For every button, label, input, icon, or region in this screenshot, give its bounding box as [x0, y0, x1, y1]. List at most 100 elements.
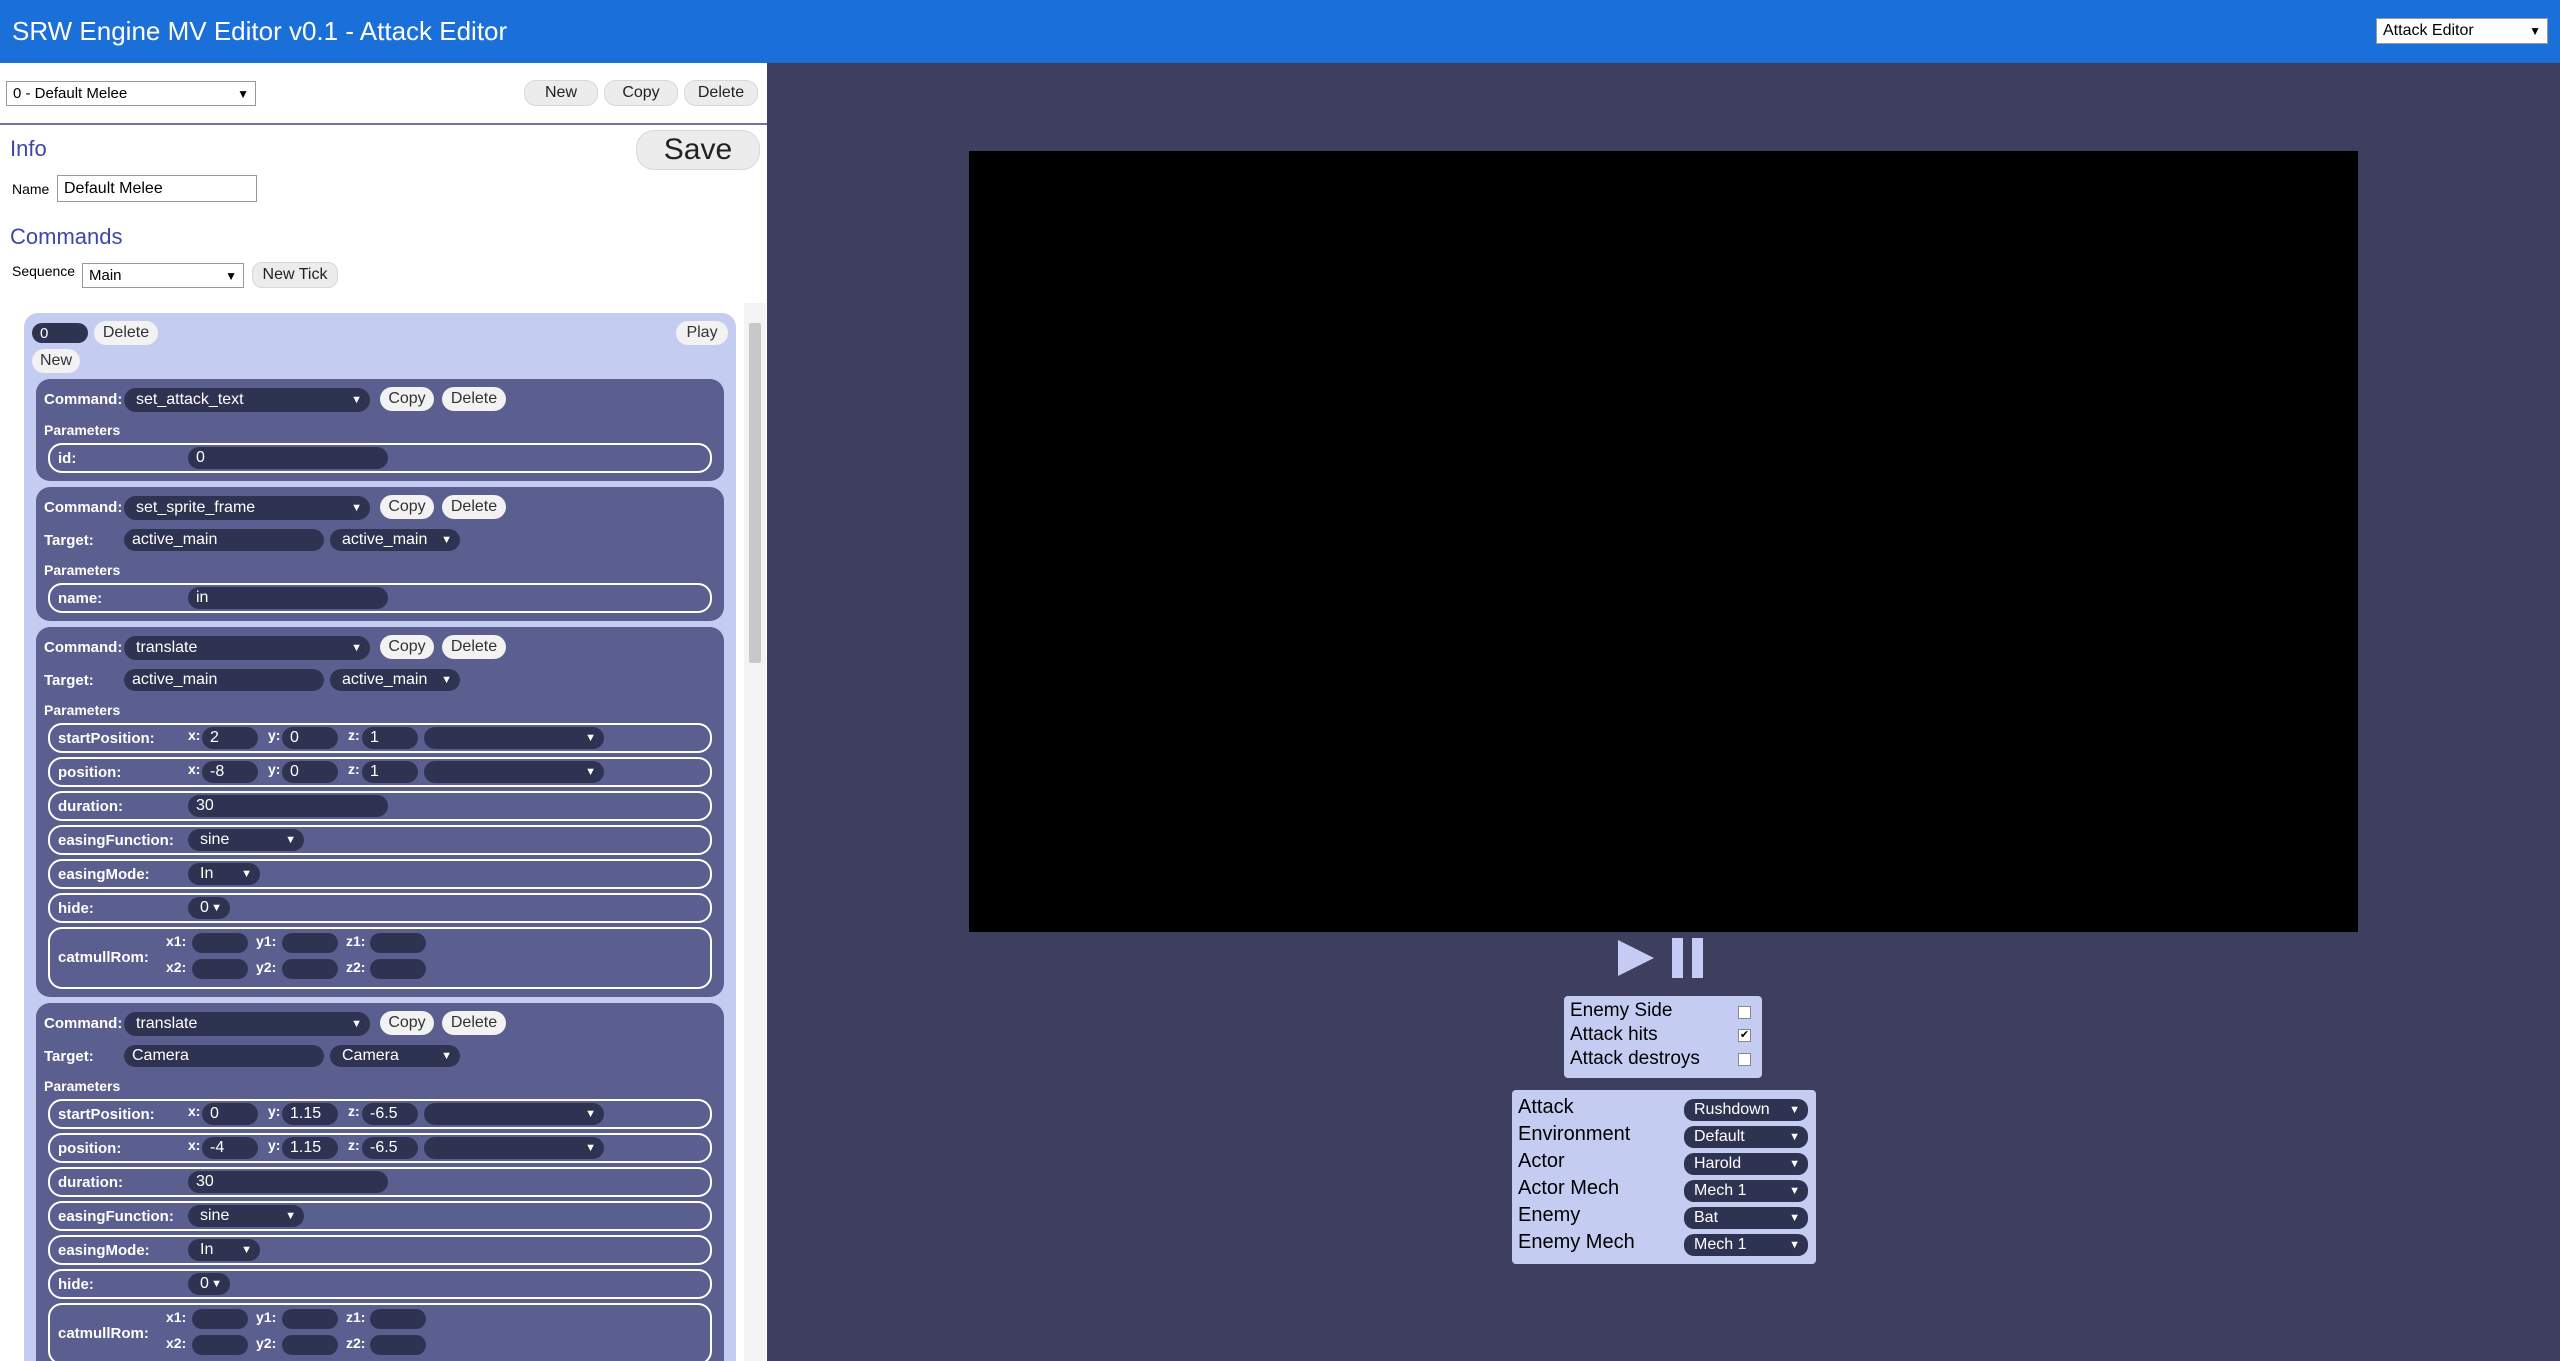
param-id-input[interactable]: 0 — [188, 447, 388, 469]
enemy-select[interactable]: Bat ▼ — [1684, 1207, 1808, 1229]
preview-canvas[interactable] — [969, 151, 2358, 932]
y2-input[interactable] — [282, 1335, 338, 1355]
delete-command-button[interactable]: Delete — [442, 635, 506, 659]
command-value: set_sprite_frame — [136, 499, 256, 516]
target-input[interactable]: active_main — [124, 529, 324, 551]
position-ref-select[interactable]: ▼ — [424, 1137, 604, 1159]
x-input[interactable]: 0 — [202, 1103, 258, 1125]
delete-tick-button[interactable]: Delete — [94, 321, 158, 345]
new-attack-button[interactable]: New — [524, 80, 598, 106]
param-row-catmullrom: catmullRom: x1: y1: z1: x2: y2: z2: — [48, 1303, 712, 1361]
target-select[interactable]: active_main ▼ — [330, 529, 460, 551]
parameters-label: Parameters — [44, 1078, 121, 1094]
z1-input[interactable] — [370, 1309, 426, 1329]
target-input[interactable]: Camera — [124, 1045, 324, 1067]
z2-input[interactable] — [370, 959, 426, 979]
chevron-down-icon: ▼ — [225, 268, 237, 283]
y1-input[interactable] — [282, 933, 338, 953]
play-icon[interactable] — [1618, 940, 1654, 976]
z-input[interactable]: -6.5 — [362, 1137, 418, 1159]
delete-attack-button[interactable]: Delete — [684, 80, 758, 106]
actor-select[interactable]: Harold ▼ — [1684, 1153, 1808, 1175]
enemy-mech-select[interactable]: Mech 1 ▼ — [1684, 1234, 1808, 1256]
x1-input[interactable] — [192, 933, 248, 953]
command-select[interactable]: translate ▼ — [124, 1012, 370, 1036]
x2-label: x2: — [166, 959, 187, 975]
y-input[interactable]: 1.15 — [282, 1137, 338, 1159]
x1-input[interactable] — [192, 1309, 248, 1329]
command-list-scrollbar[interactable] — [744, 303, 766, 1361]
target-input[interactable]: active_main — [124, 669, 324, 691]
chevron-down-icon: ▼ — [585, 1142, 596, 1154]
z-input[interactable]: 1 — [362, 761, 418, 783]
x-input[interactable]: 2 — [202, 727, 258, 749]
param-row-position: position: x: -4 y: 1.15 z: -6.5 ▼ — [48, 1133, 712, 1163]
target-label: Target: — [44, 1048, 94, 1065]
copy-command-button[interactable]: Copy — [380, 387, 434, 411]
chevron-down-icon: ▼ — [1789, 1104, 1800, 1116]
z2-input[interactable] — [370, 1335, 426, 1355]
position-ref-select[interactable]: ▼ — [424, 727, 604, 749]
easing-mode-select[interactable]: In ▼ — [188, 1239, 260, 1261]
tick-number-input[interactable]: 0 — [32, 323, 88, 343]
attack-name-input[interactable]: Default Melee — [57, 175, 257, 202]
x2-input[interactable] — [192, 1335, 248, 1355]
param-name-input[interactable]: in — [188, 587, 388, 609]
y1-input[interactable] — [282, 1309, 338, 1329]
chevron-down-icon: ▼ — [241, 1244, 252, 1256]
environment-select[interactable]: Default ▼ — [1684, 1126, 1808, 1148]
x-input[interactable]: -8 — [202, 761, 258, 783]
duration-input[interactable]: 30 — [188, 795, 388, 817]
hide-select[interactable]: 0 ▼ — [188, 897, 230, 919]
command-select[interactable]: set_sprite_frame ▼ — [124, 496, 370, 520]
position-ref-select[interactable]: ▼ — [424, 1103, 604, 1125]
z-input[interactable]: -6.5 — [362, 1103, 418, 1125]
attack-select[interactable]: 0 - Default Melee ▼ — [6, 81, 256, 106]
z-input[interactable]: 1 — [362, 727, 418, 749]
delete-command-button[interactable]: Delete — [442, 495, 506, 519]
command-select[interactable]: set_attack_text ▼ — [124, 388, 370, 412]
actor-mech-select[interactable]: Mech 1 ▼ — [1684, 1180, 1808, 1202]
copy-attack-button[interactable]: Copy — [604, 80, 678, 106]
y-input[interactable]: 0 — [282, 727, 338, 749]
y-input[interactable]: 1.15 — [282, 1103, 338, 1125]
x2-input[interactable] — [192, 959, 248, 979]
enemy-side-checkbox[interactable] — [1738, 1006, 1751, 1019]
attack-destroys-checkbox[interactable] — [1738, 1053, 1751, 1066]
delete-command-button[interactable]: Delete — [442, 1011, 506, 1035]
hide-select[interactable]: 0 ▼ — [188, 1273, 230, 1295]
scrollbar-thumb[interactable] — [749, 323, 761, 663]
z1-input[interactable] — [370, 933, 426, 953]
attack-toolbar: 0 - Default Melee ▼ New Copy Delete — [0, 63, 767, 125]
chevron-down-icon: ▼ — [441, 674, 452, 686]
new-command-button[interactable]: New — [32, 349, 80, 373]
y-label: y: — [268, 761, 281, 777]
y2-input[interactable] — [282, 959, 338, 979]
sequence-select[interactable]: Main ▼ — [82, 263, 244, 288]
easing-function-select[interactable]: sine ▼ — [188, 1205, 304, 1227]
target-select[interactable]: active_main ▼ — [330, 669, 460, 691]
position-ref-select[interactable]: ▼ — [424, 761, 604, 783]
duration-input[interactable]: 30 — [188, 1171, 388, 1193]
copy-command-button[interactable]: Copy — [380, 495, 434, 519]
commands-heading: Commands — [10, 224, 123, 249]
play-tick-button[interactable]: Play — [676, 321, 728, 345]
y-input[interactable]: 0 — [282, 761, 338, 783]
delete-command-button[interactable]: Delete — [442, 387, 506, 411]
attack-setting-select[interactable]: Rushdown ▼ — [1684, 1099, 1808, 1121]
command-card: Command: set_attack_text ▼ Copy Delete Pa… — [36, 379, 724, 481]
x-input[interactable]: -4 — [202, 1137, 258, 1159]
command-select[interactable]: translate ▼ — [124, 636, 370, 660]
target-select[interactable]: Camera ▼ — [330, 1045, 460, 1067]
command-value: set_attack_text — [136, 391, 244, 408]
copy-command-button[interactable]: Copy — [380, 1011, 434, 1035]
attack-hits-checkbox[interactable]: ✔ — [1738, 1029, 1751, 1042]
easing-mode-select[interactable]: In ▼ — [188, 863, 260, 885]
easing-function-select[interactable]: sine ▼ — [188, 829, 304, 851]
save-button[interactable]: Save — [636, 130, 760, 170]
y-label: y: — [268, 727, 281, 743]
editor-mode-select[interactable]: Attack Editor ▼ — [2376, 18, 2548, 44]
copy-command-button[interactable]: Copy — [380, 635, 434, 659]
pause-icon[interactable] — [1672, 938, 1704, 978]
new-tick-button[interactable]: New Tick — [252, 262, 338, 288]
